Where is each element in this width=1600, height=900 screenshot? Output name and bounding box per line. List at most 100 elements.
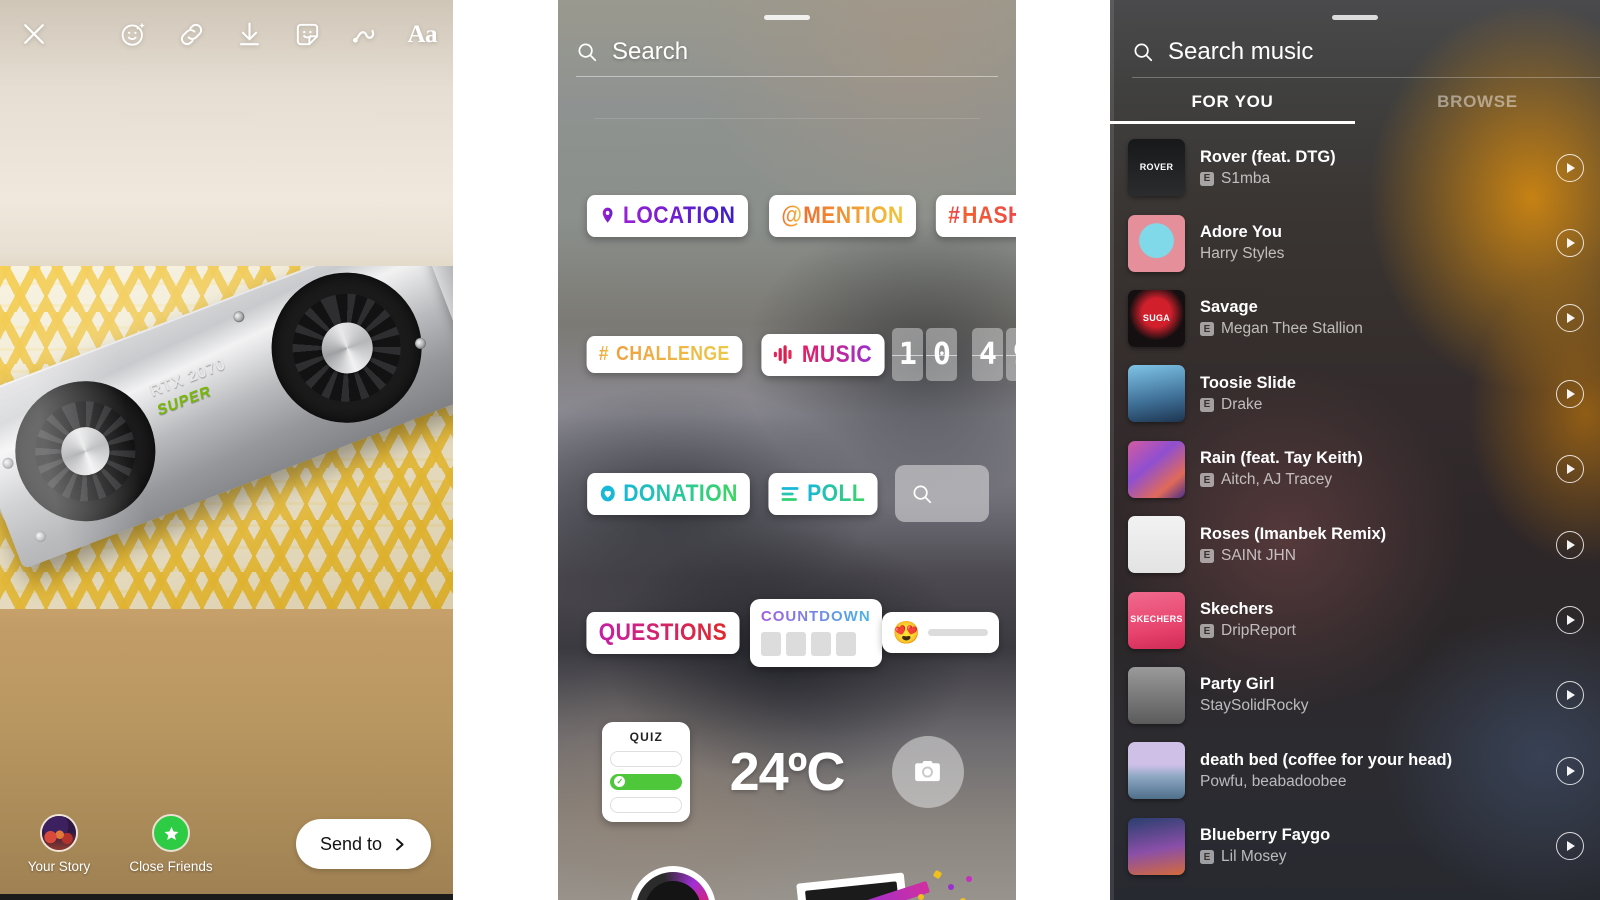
- sticker-cell: 😍: [881, 612, 999, 653]
- sticker-label: POLL: [807, 479, 866, 507]
- album-art: [1128, 817, 1185, 875]
- sticker-cell: LOCATION: [576, 194, 759, 237]
- destination-label: Your Story: [27, 859, 91, 874]
- song-row[interactable]: Party Girl StaySolidRocky: [1110, 658, 1600, 733]
- slider-track[interactable]: [928, 629, 988, 636]
- play-icon[interactable]: [1556, 606, 1584, 635]
- search-underline: [576, 76, 998, 77]
- sticker-emoji-slider[interactable]: 😍: [881, 612, 999, 653]
- song-row[interactable]: Toosie Slide E Drake: [1110, 356, 1600, 431]
- composer-toolbar: Aa: [0, 0, 453, 68]
- song-row[interactable]: Rain (feat. Tay Keith) E Aitch, AJ Tracey: [1110, 432, 1600, 507]
- heart-eyes-emoji-icon: 😍: [892, 619, 921, 645]
- album-art: [1128, 440, 1185, 498]
- play-icon[interactable]: [1556, 756, 1584, 785]
- song-artist-line: Powfu, beabadoobee: [1200, 773, 1556, 791]
- sticker-cell: [857, 735, 998, 808]
- close-icon[interactable]: [18, 18, 50, 50]
- sticker-countdown[interactable]: COUNTDOWN: [749, 598, 882, 667]
- music-search-field[interactable]: Search music: [1132, 30, 1582, 74]
- sticker-gif-search[interactable]: [894, 465, 989, 522]
- sticker-cell: 1 0 4 9: [892, 328, 1016, 381]
- play-icon[interactable]: [1556, 530, 1584, 559]
- sheet-grabber[interactable]: [1332, 15, 1378, 20]
- gpu-bracket: [412, 266, 453, 400]
- sticker-label: LOCATION: [623, 201, 736, 229]
- sticker-location[interactable]: LOCATION: [586, 194, 748, 237]
- song-list[interactable]: ROVER Rover (feat. DTG) E S1mba Adore You Har…: [1110, 130, 1600, 900]
- sticker-poll[interactable]: POLL: [768, 472, 878, 515]
- tab-for-you[interactable]: FOR YOU: [1110, 80, 1355, 124]
- sticker-music[interactable]: MUSIC: [760, 333, 885, 376]
- check-icon: ✓: [614, 776, 626, 787]
- destination-close-friends[interactable]: Close Friends: [129, 814, 213, 874]
- album-art: SUGA: [1128, 289, 1185, 347]
- text-tool-icon[interactable]: Aa: [407, 22, 437, 47]
- sticker-hashtag[interactable]: # HASHTAG: [935, 194, 1016, 237]
- song-row[interactable]: Adore You Harry Styles: [1110, 205, 1600, 280]
- play-icon[interactable]: [1556, 681, 1584, 710]
- song-row[interactable]: SUGA Savage E Megan Thee Stallion: [1110, 281, 1600, 356]
- play-icon[interactable]: [1556, 832, 1584, 861]
- sticker-challenge[interactable]: # CHALLENGE: [586, 336, 742, 373]
- song-meta: Party Girl StaySolidRocky: [1200, 675, 1556, 715]
- song-title: Rover (feat. DTG): [1200, 147, 1336, 166]
- sticker-clipped-confetti[interactable]: [855, 862, 976, 900]
- song-row[interactable]: Blueberry Faygo E Lil Mosey: [1110, 809, 1600, 884]
- time-digit: 4: [972, 328, 1004, 381]
- sticker-label: DONATION: [623, 479, 738, 507]
- sticker-questions[interactable]: QUESTIONS: [586, 611, 740, 654]
- album-art: ROVER: [1128, 139, 1185, 197]
- screenshot-stage: Aa RTX 2070 SUPER Your Story Close Frien…: [0, 0, 1600, 900]
- sticker-time[interactable]: 1 0 4 9: [892, 328, 1016, 381]
- sticker-donation[interactable]: DONATION: [587, 472, 751, 515]
- sticker-clipped-circle[interactable]: [630, 866, 716, 900]
- sticker-search-field[interactable]: Search: [576, 30, 998, 74]
- search-icon: [913, 485, 931, 503]
- song-row[interactable]: death bed (coffee for your head) Powfu, b…: [1110, 733, 1600, 808]
- quiz-option: [610, 750, 683, 767]
- sticker-label: MENTION: [802, 201, 904, 229]
- play-icon[interactable]: [1556, 379, 1584, 408]
- destination-your-story[interactable]: Your Story: [20, 814, 98, 874]
- gpu-screw: [413, 336, 428, 351]
- link-icon[interactable]: [175, 18, 207, 50]
- gpu-screw: [231, 309, 246, 324]
- sheet-grabber[interactable]: [764, 15, 810, 20]
- song-meta: Savage E Megan Thee Stallion: [1200, 298, 1556, 338]
- play-icon[interactable]: [1556, 455, 1584, 484]
- sticker-label: QUIZ: [629, 729, 664, 744]
- gpu-super-text: SUPER: [154, 382, 214, 420]
- song-row[interactable]: ROVER Rover (feat. DTG) E S1mba: [1110, 130, 1600, 205]
- song-row[interactable]: Roses (Imanbek Remix) E SAINt JHN: [1110, 507, 1600, 582]
- sticker-icon[interactable]: [291, 18, 323, 50]
- tab-browse[interactable]: BROWSE: [1355, 80, 1600, 124]
- song-title: Blueberry Faygo: [1200, 826, 1331, 845]
- explicit-badge: E: [1200, 624, 1214, 639]
- song-row[interactable]: SKECHERS Skechers E DripReport: [1110, 582, 1600, 657]
- sticker-temperature[interactable]: 24ºC: [730, 741, 846, 803]
- sticker-row: LOCATION @ MENTION # HASHTAG: [558, 146, 1016, 285]
- destination-list: Your Story Close Friends: [20, 814, 213, 874]
- play-icon[interactable]: [1556, 153, 1584, 182]
- face-sparkle-icon[interactable]: [117, 18, 149, 50]
- song-artist: StaySolidRocky: [1200, 697, 1309, 715]
- download-icon[interactable]: [233, 18, 265, 50]
- play-icon[interactable]: [1556, 304, 1584, 333]
- song-meta: Skechers E DripReport: [1200, 600, 1556, 640]
- story-composer-panel: Aa RTX 2070 SUPER Your Story Close Frien…: [0, 0, 453, 900]
- play-icon[interactable]: [1556, 229, 1584, 258]
- explicit-badge: E: [1200, 397, 1214, 412]
- sticker-mention[interactable]: @ MENTION: [768, 194, 916, 237]
- sticker-search-placeholder: Search: [612, 38, 689, 65]
- panel-gap: [1016, 0, 1110, 900]
- sticker-grid: LOCATION @ MENTION # HASHTAG: [558, 146, 1016, 841]
- send-to-button[interactable]: Send to: [295, 819, 431, 869]
- draw-icon[interactable]: [349, 18, 381, 50]
- sticker-quiz[interactable]: QUIZ ✓: [602, 721, 691, 822]
- sticker-label: CHALLENGE: [616, 343, 730, 365]
- sticker-camera[interactable]: [891, 735, 964, 808]
- song-meta: Rain (feat. Tay Keith) E Aitch, AJ Tracey: [1200, 449, 1556, 489]
- song-title: Adore You: [1200, 223, 1282, 242]
- album-art: [1128, 365, 1185, 423]
